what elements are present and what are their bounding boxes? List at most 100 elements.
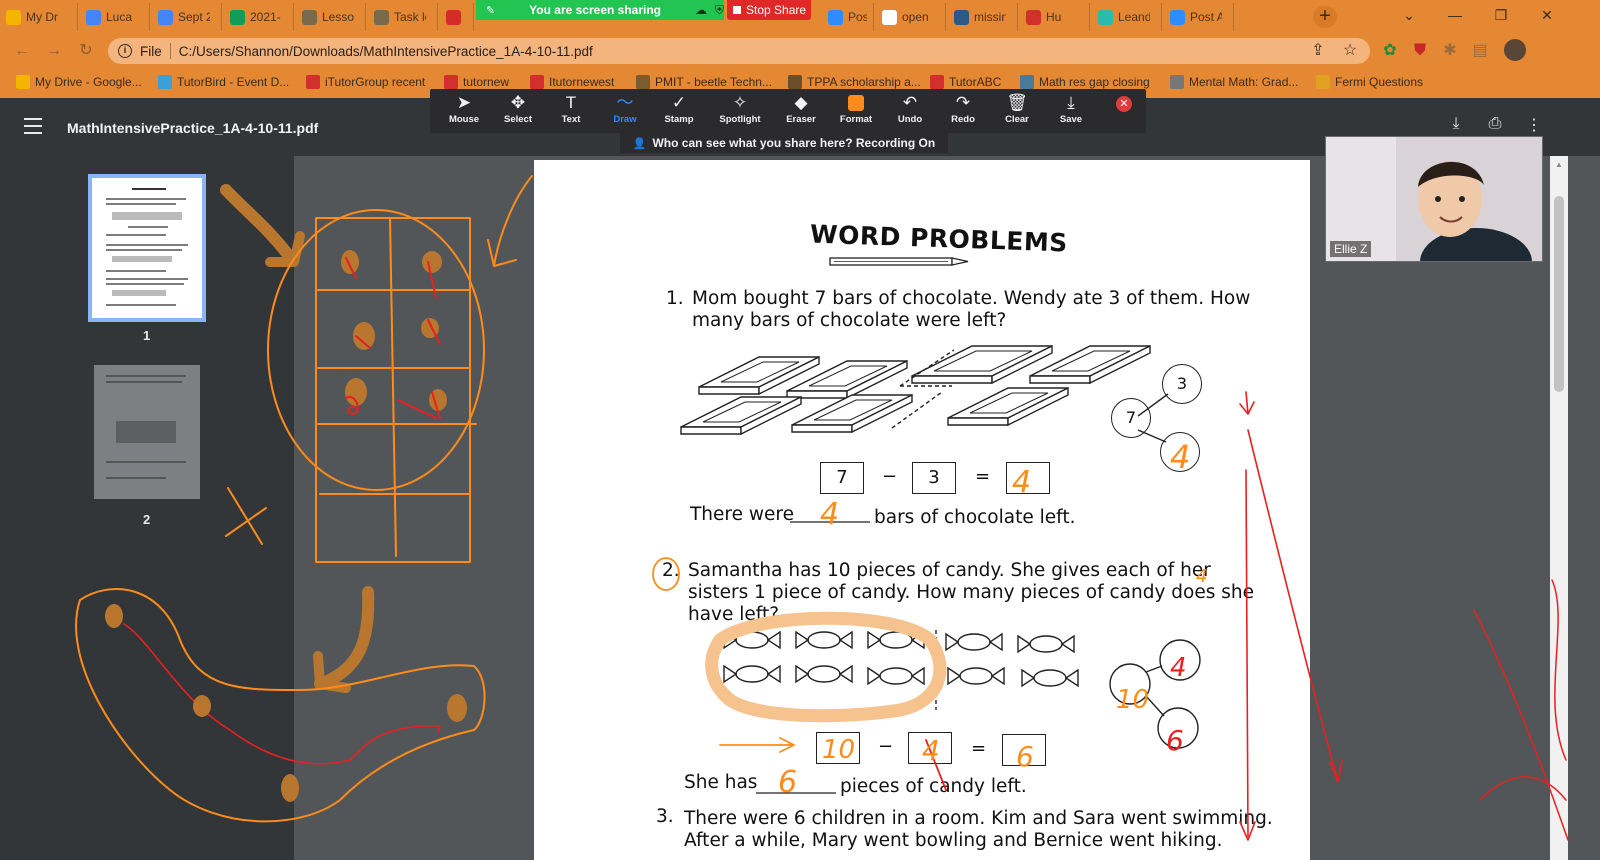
extension-icon[interactable]: ✿ (1380, 41, 1400, 61)
bookmark-label: TPPA scholarship a... (807, 75, 921, 89)
bookmark-item[interactable]: tutornew (444, 75, 509, 89)
tool-mouse[interactable]: ➤ Mouse (438, 92, 490, 130)
bookmark-favicon-icon (636, 75, 650, 89)
screen-share-banner[interactable]: ✎ You are screen sharing ☁ ⛨ (476, 0, 724, 20)
address-bar[interactable]: i File C:/Users/Shannon/Downloads/MathIn… (108, 38, 1370, 64)
pencil-icon (829, 257, 969, 266)
browser-tab[interactable]: Lesso (296, 3, 366, 31)
more-options-icon[interactable]: ⋮ (1523, 115, 1545, 135)
tool-spotlight[interactable]: ✧ Spotlight (714, 92, 766, 130)
bookmark-item[interactable]: TutorABC (930, 75, 1001, 89)
print-icon[interactable]: ⎙ (1484, 115, 1506, 133)
bookmark-item[interactable]: Mental Math: Grad... (1170, 75, 1298, 89)
browser-tab[interactable] (440, 3, 474, 31)
tab-search-chevron-icon[interactable]: ⌄ (1386, 0, 1432, 30)
back-button[interactable]: ← (12, 41, 32, 61)
url-text[interactable]: C:/Users/Shannon/Downloads/MathIntensive… (179, 44, 593, 59)
browser-tab[interactable]: Post A (822, 3, 874, 31)
tool-redo[interactable]: ↷ Redo (937, 92, 989, 130)
info-icon[interactable]: i (118, 44, 132, 58)
tool-label: Eraser (786, 114, 816, 125)
new-tab-button[interactable]: + (1313, 6, 1337, 28)
browser-tab[interactable]: open (876, 3, 946, 31)
leandra-icon (1098, 9, 1113, 25)
bookmark-favicon-icon (1020, 75, 1034, 89)
star-icon (1026, 9, 1041, 25)
browser-tab-title: Sept 2 (178, 10, 210, 24)
minimize-button[interactable]: — (1432, 0, 1478, 30)
lesson-icon (302, 9, 317, 25)
tool-stamp[interactable]: ✓ Stamp (653, 92, 705, 130)
problem-3-line-2: After a while, Mary went bowling and Ber… (684, 830, 1223, 851)
bookmark-label: Math res gap closing (1039, 75, 1150, 89)
tool-eraser[interactable]: ◆ Eraser (775, 92, 827, 130)
page-thumbnail-1[interactable] (88, 174, 206, 322)
browser-tab[interactable]: Leand (1092, 3, 1162, 31)
bookmark-item[interactable]: Fermi Questions (1316, 75, 1423, 89)
scroll-up-arrow-icon[interactable]: ▲ (1554, 160, 1564, 169)
close-window-button[interactable]: ✕ (1524, 0, 1570, 30)
text-icon: T (565, 93, 577, 112)
bookmark-favicon-icon (1316, 75, 1330, 89)
vertical-scrollbar[interactable]: ▲ (1550, 156, 1568, 860)
profile-avatar[interactable] (1504, 39, 1526, 61)
equation-2-box-b (908, 732, 952, 764)
browser-tab[interactable]: Sept 2 (152, 3, 222, 31)
bookmark-item[interactable]: PMIT - beetle Techn... (636, 75, 772, 89)
equation-1-result-box (1006, 462, 1050, 494)
share-page-icon[interactable]: ⇪ (1308, 41, 1328, 61)
tool-draw[interactable]: 〜 Draw (599, 92, 651, 130)
stop-icon (733, 6, 741, 14)
reading-list-icon[interactable]: ▤ (1470, 41, 1490, 61)
bookmark-item[interactable]: iTutorGroup recent (306, 75, 425, 89)
tool-select[interactable]: ✥ Select (492, 92, 544, 130)
bond-1-left: 7 (1111, 398, 1151, 438)
extension-puzzle-icon[interactable]: ✱ (1440, 41, 1460, 61)
equation-2-minus: − (878, 736, 894, 757)
tool-save[interactable]: ⤓ Save (1045, 92, 1097, 130)
stop-share-button[interactable]: Stop Share (727, 0, 811, 20)
menu-icon[interactable] (24, 118, 42, 134)
undo-icon: ↶ (902, 93, 918, 112)
bookmark-item[interactable]: TPPA scholarship a... (788, 75, 921, 89)
tool-label: Undo (897, 114, 923, 125)
trash-icon: 🗑 (1006, 93, 1028, 112)
page-thumbnail-2[interactable] (90, 361, 204, 503)
equation-2-box-a (816, 732, 860, 764)
tool-undo[interactable]: ↶ Undo (884, 92, 936, 130)
browser-tab[interactable]: missin (948, 3, 1018, 31)
browser-tab-title: Leand (1118, 10, 1150, 24)
browser-tab[interactable]: Luca (80, 3, 150, 31)
forward-button[interactable]: → (44, 41, 64, 61)
restore-button[interactable]: ❐ (1478, 0, 1524, 30)
bookmark-item[interactable]: My Drive - Google... (16, 75, 142, 89)
tool-label: Save (1059, 114, 1083, 125)
browser-tab[interactable]: Task le (368, 3, 438, 31)
ublock-icon[interactable]: ⛊ (1410, 41, 1430, 61)
tool-clear[interactable]: 🗑 Clear (991, 92, 1043, 130)
bookmark-star-icon[interactable]: ☆ (1340, 41, 1360, 61)
tool-label: Draw (613, 114, 637, 125)
browser-tab[interactable]: 2021- (224, 3, 294, 31)
recording-notice[interactable]: 👤 Who can see what you share here? Recor… (620, 133, 948, 153)
reload-button[interactable]: ↻ (76, 41, 96, 61)
bookmark-favicon-icon (16, 75, 30, 89)
equation-1-box-a: 7 (820, 462, 864, 494)
bookmark-item[interactable]: Itutornewest (530, 75, 614, 89)
browser-tab[interactable]: My Dr (0, 3, 78, 31)
participant-video-tile[interactable]: Ellie Z (1325, 136, 1543, 262)
tool-text[interactable]: T Text (545, 92, 597, 130)
tool-format[interactable]: Format (830, 92, 882, 130)
pdf-page[interactable]: WORD PROBLEMS 1. Mom bought 7 bars of ch… (534, 160, 1310, 860)
zoom-icon (828, 9, 843, 25)
browser-tab[interactable]: Hu (1020, 3, 1090, 31)
bookmark-item[interactable]: Math res gap closing (1020, 75, 1150, 89)
move-icon: ✥ (510, 93, 526, 112)
bookmark-item[interactable]: TutorBird - Event D... (158, 75, 289, 89)
browser-tab-title: Luca (106, 10, 133, 24)
file-scheme-label: File (140, 43, 162, 59)
browser-tab[interactable]: Post A (1164, 3, 1234, 31)
close-annotation-icon[interactable]: ✕ (1116, 96, 1132, 112)
download-icon[interactable]: ⤓ (1445, 115, 1467, 133)
scrollbar-thumb[interactable] (1554, 196, 1564, 392)
